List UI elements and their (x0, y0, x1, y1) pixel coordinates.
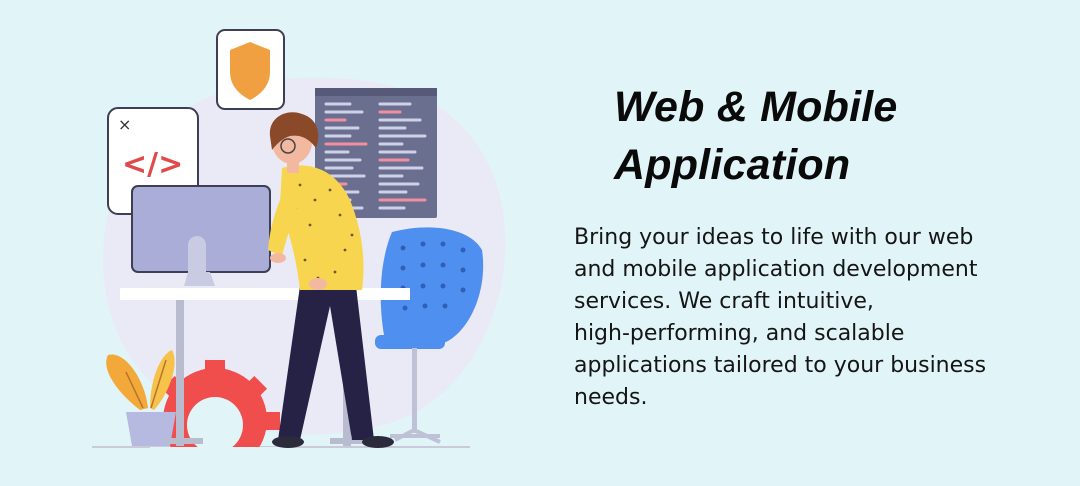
title-line: Web & Mobile (614, 83, 898, 131)
description-line: Bring your ideas to life with our web (574, 225, 974, 250)
hero-text: Web & Mobile Application Bring your idea… (572, 78, 1052, 414)
title-line: Application (614, 141, 851, 189)
description-line: needs. (574, 385, 648, 410)
close-icon: × (118, 115, 131, 134)
page-title: Web & Mobile Application (614, 78, 1052, 194)
description-line: services. We craft intuitive, (574, 289, 874, 314)
description-line: applications tailored to your business (574, 353, 987, 378)
description-line: and mobile application development (574, 257, 978, 282)
code-icon: </> (122, 147, 183, 182)
hero-illustration: × </> (92, 29, 506, 486)
description: Bring your ideas to life with our web an… (574, 222, 1044, 414)
description-line: high-performing, and scalable (574, 321, 905, 346)
shield-card (216, 29, 285, 110)
monitor (131, 185, 271, 286)
